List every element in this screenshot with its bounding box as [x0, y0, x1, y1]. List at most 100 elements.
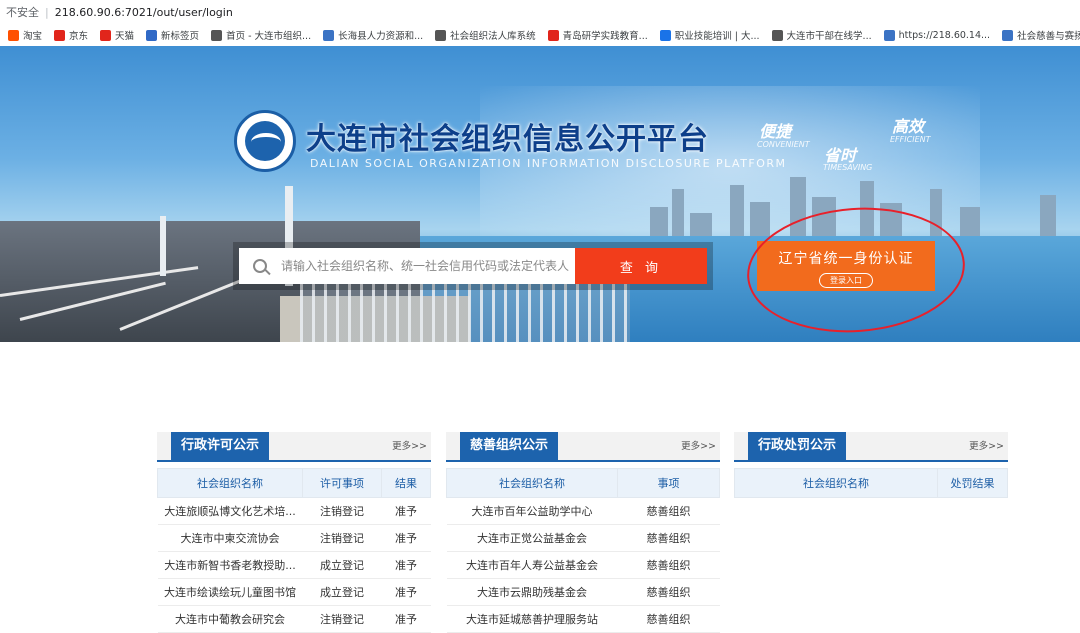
- bookmark-item[interactable]: 大连市干部在线学...: [771, 28, 872, 42]
- bookmark-label: https://218.60.14...: [898, 29, 991, 41]
- address-separator: |: [45, 5, 49, 19]
- hero-banner: [0, 46, 1080, 342]
- globe-icon: [435, 29, 447, 41]
- column-header: 社会组织名称: [734, 468, 938, 498]
- bookmark-label: 天猫: [115, 31, 135, 42]
- more-link[interactable]: 更多>>: [681, 438, 716, 452]
- bookmark-label: 社会组织法人库系统: [450, 31, 536, 42]
- bookmark-item[interactable]: 天猫: [100, 28, 134, 42]
- bookmark-label: 京东: [69, 31, 89, 42]
- org-name-cell[interactable]: 大连市中柬交流协会: [157, 524, 303, 552]
- panel-admin-penalty: 行政处罚公示 更多>> 社会组织名称 处罚结果: [734, 432, 1008, 498]
- table-row[interactable]: 大连市百年公益助学中心 慈善组织: [446, 497, 720, 525]
- panel-title: 慈善组织公示: [460, 432, 559, 460]
- globe-icon: [771, 29, 783, 41]
- table-row[interactable]: 大连市正觉公益基金会 慈善组织: [446, 524, 720, 552]
- org-name-cell[interactable]: 大连市云鼎助残基金会: [446, 578, 618, 606]
- org-name-cell[interactable]: 大连市正觉公益基金会: [446, 524, 618, 552]
- table-cell: 慈善组织: [617, 578, 720, 606]
- panel-header: 行政处罚公示 更多>>: [734, 432, 1008, 462]
- table-cell: 慈善组织: [617, 605, 720, 633]
- column-header: 处罚结果: [937, 468, 1008, 498]
- table-cell: 成立登记: [302, 578, 382, 606]
- unified-login-button[interactable]: 辽宁省统一身份认证 登录入口: [757, 241, 935, 291]
- login-title: 辽宁省统一身份认证: [778, 251, 914, 267]
- table-cell: 准予: [381, 578, 431, 606]
- more-link[interactable]: 更多>>: [392, 438, 427, 452]
- column-header: 社会组织名称: [157, 468, 303, 498]
- org-name-cell[interactable]: 大连市百年公益助学中心: [446, 497, 618, 525]
- org-name-cell[interactable]: 大连市百年人寿公益基金会: [446, 551, 618, 579]
- search-box[interactable]: [239, 248, 575, 284]
- security-label[interactable]: 不安全: [6, 4, 39, 20]
- bridge-tower: [160, 216, 166, 276]
- table-cell: 注销登记: [302, 605, 382, 633]
- bookmark-item[interactable]: 社会慈善与赛扬系统: [1002, 28, 1080, 42]
- taobao-icon: [8, 29, 19, 41]
- bookmark-label: 职业技能培训 | 大...: [674, 31, 760, 42]
- address-bar[interactable]: 不安全 | 218.60.90.6:7021/out/user/login: [0, 0, 1080, 24]
- bookmark-item[interactable]: 青岛研学实践教育...: [547, 28, 648, 42]
- table-cell: 准予: [381, 497, 431, 525]
- table-cell: 成立登记: [302, 551, 382, 579]
- slogan-convenient: 便捷: [759, 122, 792, 141]
- table-row[interactable]: 大连市延城慈善护理服务站 慈善组织: [446, 605, 720, 633]
- table-cell: 注销登记: [302, 524, 382, 552]
- slogan-efficient: 高效: [892, 117, 925, 136]
- bookmark-item[interactable]: 职业技能培训 | 大...: [659, 28, 760, 42]
- bookmark-label: 青岛研学实践教育...: [562, 31, 648, 42]
- panel-title: 行政处罚公示: [748, 432, 847, 460]
- panel-charity: 慈善组织公示 更多>> 社会组织名称 事项 大连市百年公益助学中心 慈善组织 大连市…: [446, 432, 720, 633]
- slogan-efficient-en: EFFICIENT: [890, 135, 931, 144]
- platform-title: 大连市社会组织信息公开平台: [306, 122, 709, 157]
- logo-swoosh: [251, 133, 281, 151]
- tmall-icon: [100, 29, 112, 41]
- table-row[interactable]: 大连旅顺弘博文化艺术培... 注销登记 准予: [157, 497, 431, 525]
- globe-icon: [211, 29, 223, 41]
- table-row[interactable]: 大连市中葡教会研究会 注销登记 准予: [157, 605, 431, 633]
- table-row[interactable]: 大连市中柬交流协会 注销登记 准予: [157, 524, 431, 552]
- slogan-convenient-en: CONVENIENT: [757, 140, 810, 149]
- jd-icon: [54, 29, 66, 41]
- org-name-cell[interactable]: 大连市新智书香老教授助...: [157, 551, 303, 579]
- charity-table: 社会组织名称 事项 大连市百年公益助学中心 慈善组织 大连市正觉公益基金会 慈善组织大…: [446, 468, 720, 633]
- panel-admin-license: 行政许可公示 更多>> 社会组织名称 许可事项 结果 大连旅顺弘博文化艺术培..…: [157, 432, 431, 633]
- panel-title: 行政许可公示: [171, 432, 270, 460]
- table-row[interactable]: 大连市新智书香老教授助... 成立登记 准予: [157, 551, 431, 579]
- search-button[interactable]: 查 询: [575, 248, 707, 284]
- org-name-cell[interactable]: 大连旅顺弘博文化艺术培...: [157, 497, 303, 525]
- bookmark-label: 社会慈善与赛扬系统: [1017, 31, 1080, 42]
- bookmark-label: 长海县人力资源和...: [338, 31, 424, 42]
- bookmark-item[interactable]: 长海县人力资源和...: [323, 28, 423, 42]
- penalty-table: 社会组织名称 处罚结果: [734, 468, 1008, 498]
- table-cell: 准予: [381, 524, 431, 552]
- table-row[interactable]: 大连市百年人寿公益基金会 慈善组织: [446, 551, 720, 579]
- table-cell: 慈善组织: [617, 497, 720, 525]
- license-table: 社会组织名称 许可事项 结果 大连旅顺弘博文化艺术培... 注销登记 准予 大连市中柬…: [157, 468, 431, 633]
- bookmark-item[interactable]: https://218.60.14...: [883, 29, 991, 41]
- url-text[interactable]: 218.60.90.6:7021/out/user/login: [55, 6, 233, 19]
- search-input[interactable]: [279, 258, 573, 274]
- site-icon: [323, 29, 335, 41]
- org-name-cell[interactable]: 大连市延城慈善护理服务站: [446, 605, 618, 633]
- bookmark-item[interactable]: 淘宝: [8, 28, 42, 42]
- bookmark-item[interactable]: 首页 - 大连市组织...: [211, 28, 311, 42]
- table-row[interactable]: 大连市云鼎助残基金会 慈善组织: [446, 578, 720, 606]
- bookmark-item[interactable]: 新标签页: [146, 28, 199, 42]
- bookmark-item[interactable]: 京东: [54, 28, 88, 42]
- paw-icon: [146, 29, 158, 41]
- table-cell: 注销登记: [302, 497, 382, 525]
- platform-logo: [234, 110, 296, 172]
- column-header: 事项: [617, 468, 720, 498]
- table-cell: 慈善组织: [617, 551, 720, 579]
- org-name-cell[interactable]: 大连市绘读绘玩儿童图书馆: [157, 578, 303, 606]
- platform-title-en: DALIAN SOCIAL ORGANIZATION INFORMATION D…: [310, 157, 787, 170]
- search-bar: 查 询: [233, 242, 713, 290]
- slogan-timesaving-en: TIMESAVING: [823, 163, 873, 172]
- login-entry-button[interactable]: 登录入口: [819, 273, 873, 288]
- more-link[interactable]: 更多>>: [969, 438, 1004, 452]
- site-icon: [1002, 29, 1014, 41]
- table-row[interactable]: 大连市绘读绘玩儿童图书馆 成立登记 准予: [157, 578, 431, 606]
- org-name-cell[interactable]: 大连市中葡教会研究会: [157, 605, 303, 633]
- bookmark-item[interactable]: 社会组织法人库系统: [435, 28, 536, 42]
